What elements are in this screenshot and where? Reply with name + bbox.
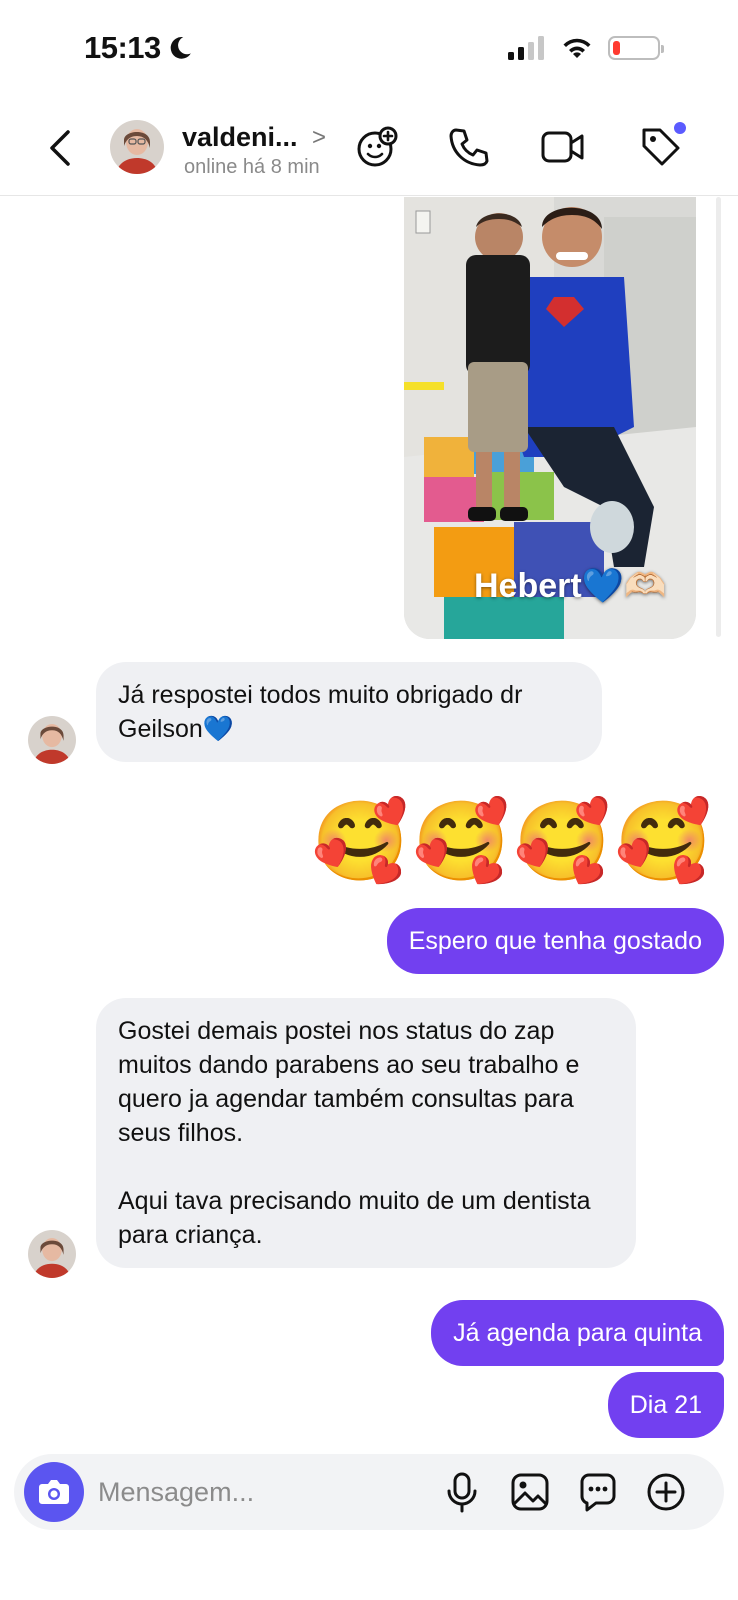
message-incoming[interactable]: Já respostei todos muito obrigado dr Gei… bbox=[96, 662, 602, 762]
phone-icon[interactable] bbox=[446, 124, 492, 170]
gallery-icon[interactable] bbox=[508, 1470, 552, 1514]
camera-button[interactable] bbox=[24, 1462, 84, 1522]
chat-header: valdeni... > online há 8 min bbox=[0, 100, 738, 196]
emoji-message[interactable]: 🥰🥰🥰🥰 bbox=[312, 796, 716, 886]
moon-icon bbox=[170, 37, 191, 59]
status-icons bbox=[508, 36, 664, 60]
contact-avatar-small[interactable] bbox=[28, 716, 76, 764]
camera-icon bbox=[39, 1480, 69, 1504]
chevron-right-icon[interactable]: > bbox=[312, 124, 326, 152]
add-icon[interactable] bbox=[644, 1470, 688, 1514]
scrollbar[interactable] bbox=[716, 197, 721, 637]
tag-button[interactable] bbox=[638, 122, 686, 170]
message-text: Espero que tenha gostado bbox=[408, 927, 702, 955]
battery-level bbox=[613, 41, 620, 55]
message-text: Dia 21 bbox=[629, 1391, 702, 1419]
status-bar: 15:13 bbox=[0, 0, 738, 100]
message-composer bbox=[14, 1454, 724, 1530]
effects-icon[interactable] bbox=[354, 124, 400, 170]
message-text: Gostei demais postei nos status do zap m… bbox=[118, 1017, 591, 1249]
microphone-icon[interactable] bbox=[440, 1470, 484, 1514]
clock-label: 15:13 bbox=[84, 30, 161, 65]
battery-icon bbox=[608, 36, 664, 60]
message-outgoing[interactable]: Dia 21 bbox=[607, 1372, 724, 1438]
message-input[interactable] bbox=[98, 1470, 428, 1514]
signal-icon bbox=[508, 36, 544, 60]
message-outgoing[interactable]: Já agenda para quinta bbox=[431, 1300, 724, 1366]
message-text: Já agenda para quinta bbox=[453, 1319, 702, 1347]
message-incoming[interactable]: Gostei demais postei nos status do zap m… bbox=[96, 998, 636, 1268]
message-text: Já respostei todos muito obrigado dr Gei… bbox=[118, 681, 530, 743]
video-call-icon[interactable] bbox=[540, 124, 586, 170]
photo-caption: Hebert💙🫶🏻 bbox=[474, 567, 667, 605]
sticker-icon[interactable] bbox=[576, 1470, 620, 1514]
contact-status: online há 8 min bbox=[184, 156, 320, 178]
status-time: 15:13 bbox=[84, 30, 193, 66]
contact-avatar[interactable] bbox=[110, 120, 164, 174]
wifi-icon bbox=[563, 38, 591, 58]
contact-name[interactable]: valdeni... bbox=[182, 122, 298, 153]
message-outgoing[interactable]: Espero que tenha gostado bbox=[386, 908, 724, 974]
contact-avatar-small[interactable] bbox=[28, 1230, 76, 1278]
notification-dot bbox=[674, 122, 686, 134]
back-icon[interactable] bbox=[44, 126, 78, 170]
